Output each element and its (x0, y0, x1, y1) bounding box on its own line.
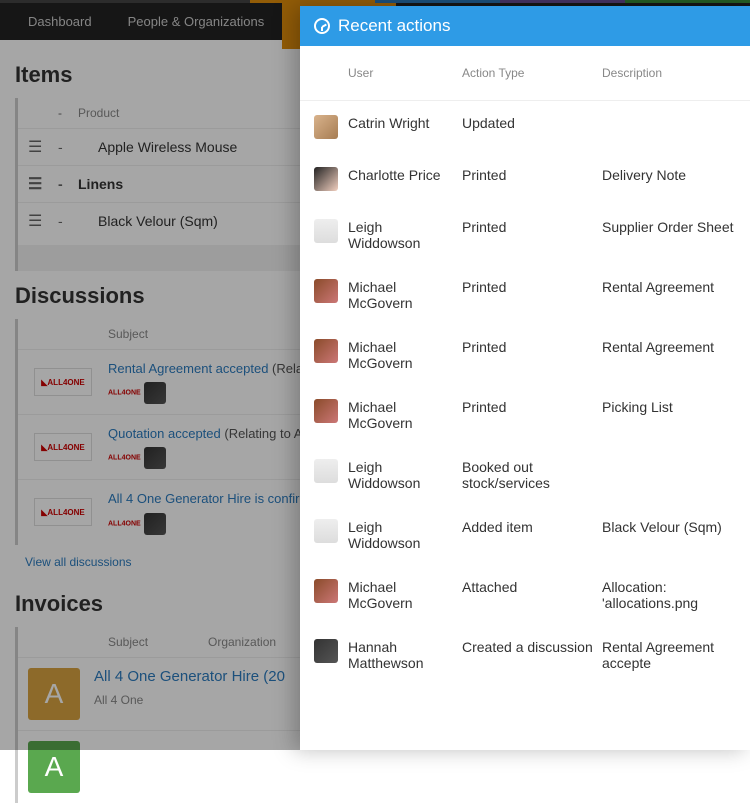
action-description: Delivery Note (602, 167, 736, 183)
invoices-col-subject: Subject (108, 635, 208, 649)
discussions-col-subject: Subject (108, 327, 148, 341)
discussion-link[interactable]: Quotation accepted (108, 426, 221, 441)
panel-col-action: Action Type (462, 66, 602, 80)
action-type: Printed (462, 279, 602, 295)
invoice-badge: A (28, 668, 80, 720)
view-all-discussions-link[interactable]: View all discussions (15, 545, 142, 579)
action-description: Supplier Order Sheet (602, 219, 736, 235)
action-type: Attached (462, 579, 602, 595)
action-user: Hannah Matthewson (348, 639, 462, 671)
avatar (314, 167, 338, 191)
org-logo: ◣ALL4ONE (28, 490, 98, 534)
avatar (144, 447, 166, 469)
drag-handle-icon[interactable]: ☰ (28, 137, 58, 157)
recent-action-row[interactable]: Charlotte PricePrintedDelivery Note (300, 153, 750, 205)
panel-title: Recent actions (338, 16, 450, 36)
action-user: Michael McGovern (348, 579, 462, 611)
action-type: Booked out stock/services (462, 459, 602, 491)
panel-col-user: User (348, 66, 462, 80)
action-type: Created a discussion (462, 639, 602, 655)
action-type: Updated (462, 115, 602, 131)
avatar (314, 399, 338, 423)
drag-handle-icon[interactable]: ☰ (28, 174, 58, 194)
panel-header: Recent actions (300, 6, 750, 46)
action-description: Rental Agreement (602, 279, 736, 295)
action-user: Michael McGovern (348, 339, 462, 371)
clock-icon (314, 18, 330, 34)
avatar (314, 219, 338, 243)
recent-action-row[interactable]: Leigh WiddowsonBooked out stock/services (300, 445, 750, 505)
org-logo: ◣ALL4ONE (28, 360, 98, 404)
panel-col-desc: Description (602, 66, 736, 80)
discussion-link[interactable]: Rental Agreement accepted (108, 361, 268, 376)
action-user: Leigh Widdowson (348, 459, 462, 491)
action-user: Charlotte Price (348, 167, 462, 183)
recent-actions-panel: Recent actions User Action Type Descript… (300, 6, 750, 750)
invoice-link[interactable]: All 4 One Generator Hire (20 (94, 668, 285, 685)
recent-action-row[interactable]: Michael McGovernPrintedRental Agreement (300, 325, 750, 385)
action-description: Allocation: 'allocations.png (602, 579, 736, 611)
avatar (314, 579, 338, 603)
avatar (314, 115, 338, 139)
action-description: Rental Agreement (602, 339, 736, 355)
recent-action-row[interactable]: Michael McGovernPrintedRental Agreement (300, 265, 750, 325)
nav-people-organizations[interactable]: People & Organizations (110, 3, 283, 40)
items-col-product: Product (78, 106, 119, 120)
nav-dashboard[interactable]: Dashboard (10, 3, 110, 40)
action-type: Printed (462, 399, 602, 415)
recent-action-row[interactable]: Hannah MatthewsonCreated a discussionRen… (300, 625, 750, 685)
action-description: Picking List (602, 399, 736, 415)
action-user: Leigh Widdowson (348, 219, 462, 251)
avatar (314, 639, 338, 663)
action-user: Leigh Widdowson (348, 519, 462, 551)
recent-action-row[interactable]: Michael McGovernPrintedPicking List (300, 385, 750, 445)
avatar (314, 459, 338, 483)
action-user: Michael McGovern (348, 399, 462, 431)
drag-handle-icon[interactable]: ☰ (28, 211, 58, 231)
avatar (144, 513, 166, 535)
org-logo: ◣ALL4ONE (28, 425, 98, 469)
invoices-col-org: Organization (208, 635, 276, 649)
action-type: Added item (462, 519, 602, 535)
avatar (314, 519, 338, 543)
invoice-org: All 4 One (94, 693, 285, 707)
action-description: Rental Agreement accepte (602, 639, 736, 671)
discussion-link[interactable]: All 4 One Generator Hire is confirme (108, 491, 318, 506)
avatar (144, 382, 166, 404)
action-type: Printed (462, 219, 602, 235)
action-user: Catrin Wright (348, 115, 462, 131)
avatar (314, 279, 338, 303)
action-user: Michael McGovern (348, 279, 462, 311)
action-description: Black Velour (Sqm) (602, 519, 736, 535)
recent-action-row[interactable]: Leigh WiddowsonPrintedSupplier Order She… (300, 205, 750, 265)
recent-action-row[interactable]: Michael McGovernAttachedAllocation: 'all… (300, 565, 750, 625)
avatar (314, 339, 338, 363)
action-type: Printed (462, 167, 602, 183)
recent-action-row[interactable]: Leigh WiddowsonAdded itemBlack Velour (S… (300, 505, 750, 565)
recent-action-row[interactable]: Catrin WrightUpdated (300, 101, 750, 153)
action-type: Printed (462, 339, 602, 355)
invoice-badge: A (28, 741, 80, 793)
